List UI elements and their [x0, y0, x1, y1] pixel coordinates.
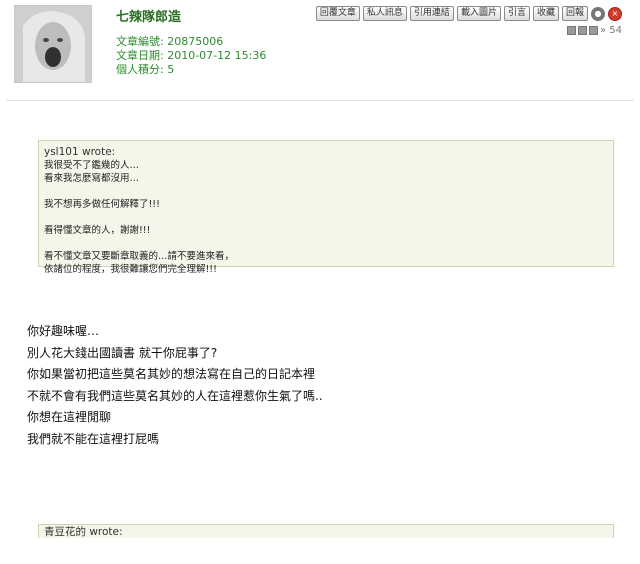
- reply-line: 你想在這裡閒聊: [27, 410, 112, 424]
- quote-spacer: [44, 237, 613, 250]
- gear-icon[interactable]: ●: [591, 6, 605, 21]
- quote-line: 看來我怎麼寫都沒用…: [44, 173, 140, 184]
- reply-line: 別人花大錢出國讀書 就干你屁事了?: [27, 345, 218, 360]
- author-name[interactable]: 七辣隊郎造: [116, 6, 181, 25]
- quote-spacer: [44, 211, 613, 224]
- load-images-button[interactable]: 載入圖片: [456, 6, 501, 21]
- quote-link-button[interactable]: 引用連結: [409, 6, 454, 21]
- reply-line: 不就不會有我們這些莫名其妙的人在這裡惹你生氣了嗎..: [27, 388, 323, 403]
- last-icon[interactable]: [588, 26, 598, 35]
- post-date: 文章日期: 2010-07-12 15:36: [116, 49, 267, 62]
- post-meta: 文章編號: 20875006 文章日期: 2010-07-12 15:36 個人…: [116, 35, 266, 77]
- quote-line: 我很受不了鑑幾的人…: [44, 160, 140, 171]
- quote-block-2: 青豆花的 wrote:: [38, 524, 614, 538]
- close-icon[interactable]: ×: [608, 6, 622, 21]
- reply-line: 你好趣味喔…: [27, 324, 100, 338]
- quote-author: 青豆花的 wrote:: [44, 526, 123, 538]
- quote-line: 看得懂文章的人，謝謝!!!: [44, 225, 151, 236]
- next-icon[interactable]: [577, 26, 587, 35]
- reply-line: 你如果當初把這些莫名其妙的想法寫在自己的日記本裡: [27, 367, 316, 381]
- quote-spacer: [44, 185, 613, 198]
- reply-text: 你好趣味喔… 別人花大錢出國讀書 就干你屁事了? 你如果當初把這些莫名其妙的想法…: [27, 321, 323, 450]
- quote-button[interactable]: 引言: [503, 6, 530, 21]
- report-button[interactable]: 回報: [561, 6, 588, 21]
- quote-line: 我不想再多做任何解釋了!!!: [44, 199, 160, 210]
- floor-nav: » 54: [566, 25, 622, 36]
- private-message-button[interactable]: 私人訊息: [362, 6, 407, 21]
- avatar[interactable]: [14, 5, 92, 83]
- bookmark-button[interactable]: 收藏: [532, 6, 559, 21]
- quote-line: 依諸位的程度，我很難讓您們完全理解!!!: [44, 264, 217, 275]
- user-points: 個人積分: 5: [116, 63, 175, 76]
- post-number: 文章編號: 20875006: [116, 35, 224, 48]
- prev-icon[interactable]: [566, 26, 576, 35]
- quote-line: 看不懂文章又要斷章取義的…請不要進來看，: [44, 251, 235, 262]
- reply-line: 我們就不能在這裡打屁嗎: [27, 431, 160, 446]
- floor-number: » 54: [599, 25, 622, 36]
- reply-button[interactable]: 回覆文章: [315, 6, 360, 21]
- post-toolbar: 回覆文章 私人訊息 引用連結 載入圖片 引言 收藏 回報 ● ×: [315, 6, 622, 21]
- quote-block: ysl101 wrote: 我很受不了鑑幾的人… 看來我怎麼寫都沒用… 我不想再…: [38, 140, 614, 275]
- page-bottom: [0, 538, 640, 564]
- post-header: 七辣隊郎造 文章編號: 20875006 文章日期: 2010-07-12 15…: [6, 0, 634, 101]
- quote-author: ysl101 wrote:: [44, 146, 116, 158]
